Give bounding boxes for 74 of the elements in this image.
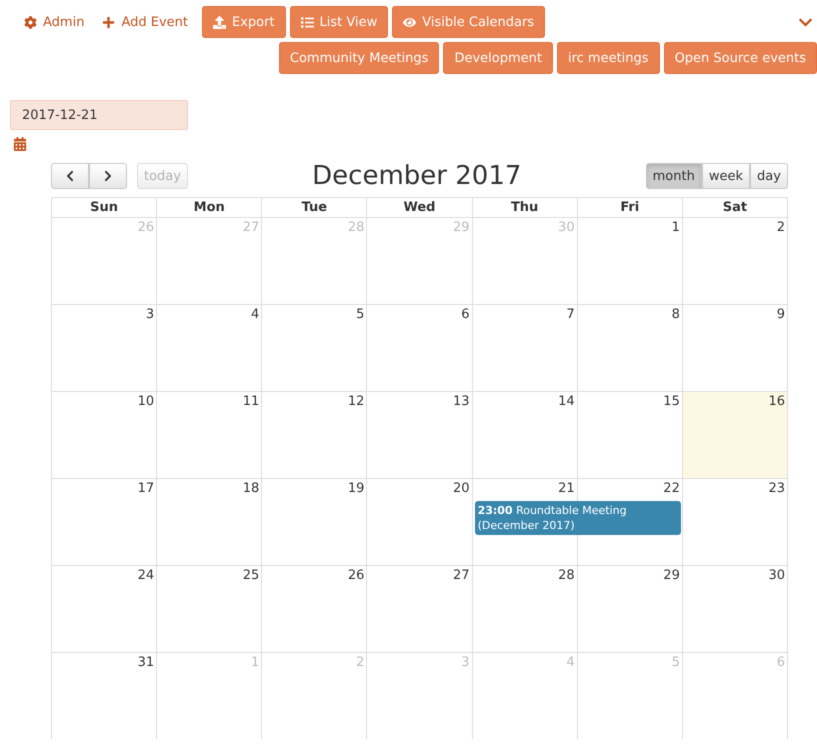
- weekday-header: Thu: [472, 198, 577, 217]
- day-number: 5: [672, 655, 680, 670]
- day-number: 2: [356, 655, 364, 670]
- day-number: 6: [776, 655, 785, 670]
- day-number: 11: [242, 394, 260, 409]
- day-number: 17: [138, 481, 154, 496]
- day-number: 23: [768, 481, 785, 496]
- day-number: 15: [663, 394, 680, 409]
- calendar-event[interactable]: 23:00 Roundtable Meeting (December 2017): [474, 501, 681, 535]
- day-number: 30: [768, 568, 785, 583]
- calendar-icon[interactable]: [13, 137, 27, 151]
- day-number: 31: [138, 655, 154, 670]
- day-number: 3: [146, 307, 154, 322]
- toolbar-link[interactable]: Admin: [20, 8, 94, 36]
- calendar-filter-button[interactable]: Open Source events: [664, 42, 817, 74]
- view-tab[interactable]: day: [750, 163, 788, 189]
- next-button[interactable]: [89, 163, 127, 189]
- day-number: 18: [242, 481, 260, 496]
- day-number: 12: [348, 394, 364, 409]
- toolbar-button[interactable]: List View: [290, 6, 388, 38]
- day-number: 7: [566, 307, 575, 322]
- eye-icon: [403, 16, 416, 28]
- day-number: 29: [453, 220, 470, 235]
- previous-button[interactable]: [51, 163, 89, 189]
- day-number: 28: [348, 220, 364, 235]
- day-number: 8: [672, 307, 680, 322]
- day-number: 13: [453, 394, 470, 409]
- toolbar-button[interactable]: Visible Calendars: [392, 6, 546, 38]
- plus-icon: [102, 16, 116, 28]
- day-number: 5: [356, 307, 364, 322]
- gear-icon: [24, 16, 37, 28]
- calendar-filter-button[interactable]: Community Meetings: [278, 42, 440, 74]
- date-field[interactable]: 2017-12-21: [10, 100, 188, 130]
- day-number: 2: [776, 220, 785, 235]
- day-number: 21: [558, 481, 575, 496]
- day-number: 29: [663, 568, 680, 583]
- day-number: 26: [138, 220, 154, 235]
- day-number: 16: [768, 394, 785, 409]
- day-number: 24: [138, 568, 154, 583]
- day-number: 22: [663, 481, 680, 496]
- day-number: 9: [776, 307, 785, 322]
- calendar-filter-button[interactable]: Development: [443, 42, 553, 74]
- chevron-right-icon: [102, 170, 114, 182]
- weekday-header: Sun: [51, 198, 156, 217]
- day-number: 28: [558, 568, 575, 583]
- day-number: 19: [348, 481, 364, 496]
- day-number: 4: [251, 307, 260, 322]
- day-number: 6: [461, 307, 470, 322]
- list-icon: [300, 16, 314, 28]
- upload-icon: [212, 16, 226, 28]
- weekday-header: Tue: [261, 198, 366, 217]
- weekday-header: Fri: [576, 198, 682, 217]
- chevron-left-icon: [64, 170, 76, 182]
- day-number: 30: [558, 220, 575, 235]
- day-number: 4: [566, 655, 575, 670]
- weekday-header: Sat: [682, 198, 787, 217]
- toolbar-button[interactable]: Export: [202, 6, 286, 38]
- calendar-title: December 2017: [312, 161, 522, 191]
- weekday-header: Wed: [366, 198, 472, 217]
- day-number: 27: [453, 568, 470, 583]
- day-number: 14: [558, 394, 575, 409]
- day-number: 26: [348, 568, 364, 583]
- toolbar-link[interactable]: Add Event: [98, 8, 198, 36]
- view-tab[interactable]: week: [702, 163, 750, 189]
- day-number: 3: [461, 655, 470, 670]
- day-number: 1: [672, 220, 680, 235]
- weekday-header: Mon: [156, 198, 262, 217]
- day-number: 20: [453, 481, 470, 496]
- day-number: 1: [251, 655, 260, 670]
- calendar-filter-button[interactable]: irc meetings: [556, 42, 660, 74]
- day-number: 10: [138, 394, 154, 409]
- view-tab[interactable]: month: [646, 163, 702, 189]
- day-number: 27: [242, 220, 260, 235]
- day-number: 25: [242, 568, 260, 583]
